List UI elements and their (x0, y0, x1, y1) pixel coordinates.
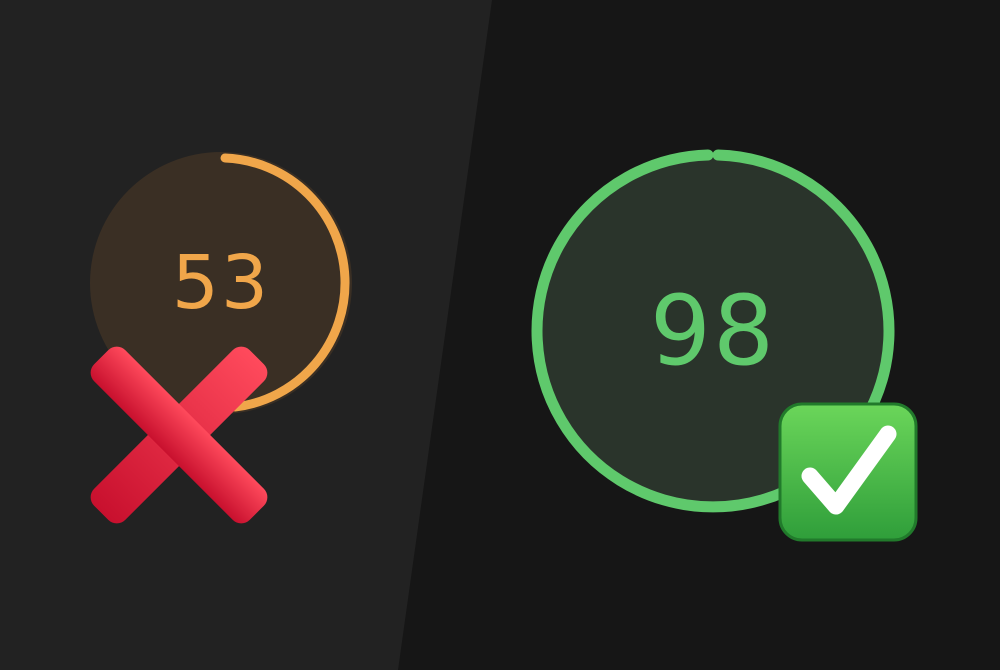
red-cross-mark-icon (90, 346, 268, 524)
green-check-mark-icon (778, 402, 918, 542)
comparison-canvas: 53 98 (0, 0, 1000, 670)
